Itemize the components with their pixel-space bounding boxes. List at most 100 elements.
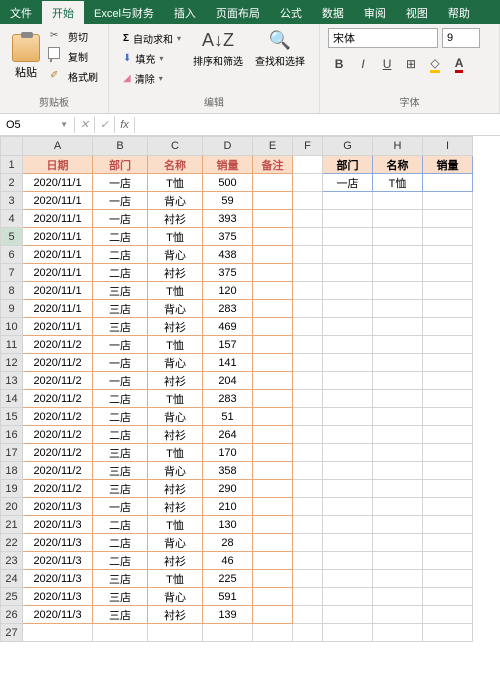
cell-D24[interactable]: 225 [203, 570, 253, 588]
row-header-23[interactable]: 23 [1, 552, 23, 570]
cell-H27[interactable] [373, 624, 423, 642]
cell-E21[interactable] [253, 516, 293, 534]
cell-I17[interactable] [423, 444, 473, 462]
cell-E19[interactable] [253, 480, 293, 498]
cell-E15[interactable] [253, 408, 293, 426]
row-header-19[interactable]: 19 [1, 480, 23, 498]
row-header-7[interactable]: 7 [1, 264, 23, 282]
tab-9[interactable]: 帮助 [438, 1, 480, 24]
cell-B24[interactable]: 三店 [93, 570, 148, 588]
cell-C11[interactable]: T恤 [148, 336, 203, 354]
font-name-select[interactable] [328, 28, 438, 48]
row-header-1[interactable]: 1 [1, 156, 23, 174]
cell-D27[interactable] [203, 624, 253, 642]
cell-G2[interactable]: 一店 [323, 174, 373, 192]
cell-E20[interactable] [253, 498, 293, 516]
cell-G22[interactable] [323, 534, 373, 552]
cell-F4[interactable] [293, 210, 323, 228]
cell-D5[interactable]: 375 [203, 228, 253, 246]
cell-A27[interactable] [23, 624, 93, 642]
cell-I14[interactable] [423, 390, 473, 408]
row-header-3[interactable]: 3 [1, 192, 23, 210]
cell-C4[interactable]: 衬衫 [148, 210, 203, 228]
cell-C15[interactable]: 背心 [148, 408, 203, 426]
cell-C17[interactable]: T恤 [148, 444, 203, 462]
cell-A11[interactable]: 2020/11/2 [23, 336, 93, 354]
col-header-B[interactable]: B [93, 137, 148, 156]
cell-C9[interactable]: 背心 [148, 300, 203, 318]
cell-E8[interactable] [253, 282, 293, 300]
cell-C24[interactable]: T恤 [148, 570, 203, 588]
cell-A16[interactable]: 2020/11/2 [23, 426, 93, 444]
tab-0[interactable]: 文件 [0, 1, 42, 24]
cell-I10[interactable] [423, 318, 473, 336]
cell-E17[interactable] [253, 444, 293, 462]
cell-G3[interactable] [323, 192, 373, 210]
row-header-18[interactable]: 18 [1, 462, 23, 480]
fill-button[interactable]: ⬇填充▾ [121, 50, 183, 67]
tab-2[interactable]: Excel与财务 [84, 1, 164, 24]
cell-C19[interactable]: 衬衫 [148, 480, 203, 498]
cell-B1[interactable]: 部门 [93, 156, 148, 174]
cell-I12[interactable] [423, 354, 473, 372]
cell-C26[interactable]: 衬衫 [148, 606, 203, 624]
cell-D6[interactable]: 438 [203, 246, 253, 264]
cell-B20[interactable]: 一店 [93, 498, 148, 516]
cell-B9[interactable]: 三店 [93, 300, 148, 318]
formula-bar[interactable] [135, 123, 500, 127]
cell-I7[interactable] [423, 264, 473, 282]
cell-G19[interactable] [323, 480, 373, 498]
cell-D15[interactable]: 51 [203, 408, 253, 426]
cell-C5[interactable]: T恤 [148, 228, 203, 246]
cell-H21[interactable] [373, 516, 423, 534]
cell-B22[interactable]: 二店 [93, 534, 148, 552]
paste-button[interactable]: 粘贴 [8, 32, 44, 82]
tab-3[interactable]: 插入 [164, 1, 206, 24]
cell-D17[interactable]: 170 [203, 444, 253, 462]
cell-I20[interactable] [423, 498, 473, 516]
underline-button[interactable]: U [376, 54, 398, 74]
cell-G24[interactable] [323, 570, 373, 588]
col-header-E[interactable]: E [253, 137, 293, 156]
autosum-button[interactable]: Σ自动求和▾ [121, 30, 183, 47]
cell-A24[interactable]: 2020/11/3 [23, 570, 93, 588]
cell-H3[interactable] [373, 192, 423, 210]
cell-G14[interactable] [323, 390, 373, 408]
tab-1[interactable]: 开始 [42, 1, 84, 24]
cell-D13[interactable]: 204 [203, 372, 253, 390]
cell-A25[interactable]: 2020/11/3 [23, 588, 93, 606]
cell-I13[interactable] [423, 372, 473, 390]
cell-B8[interactable]: 三店 [93, 282, 148, 300]
cell-G4[interactable] [323, 210, 373, 228]
cell-G8[interactable] [323, 282, 373, 300]
cell-D1[interactable]: 销量 [203, 156, 253, 174]
cell-C8[interactable]: T恤 [148, 282, 203, 300]
grid[interactable]: ABCDEFGHI1日期部门名称销量备注部门名称销量22020/11/1一店T恤… [0, 136, 473, 642]
cell-E14[interactable] [253, 390, 293, 408]
cell-C12[interactable]: 背心 [148, 354, 203, 372]
cell-D26[interactable]: 139 [203, 606, 253, 624]
row-header-20[interactable]: 20 [1, 498, 23, 516]
cell-F18[interactable] [293, 462, 323, 480]
cell-D9[interactable]: 283 [203, 300, 253, 318]
cell-E27[interactable] [253, 624, 293, 642]
cell-F7[interactable] [293, 264, 323, 282]
cell-A4[interactable]: 2020/11/1 [23, 210, 93, 228]
cell-E26[interactable] [253, 606, 293, 624]
cell-F2[interactable] [293, 174, 323, 192]
col-header-I[interactable]: I [423, 137, 473, 156]
cell-F6[interactable] [293, 246, 323, 264]
cell-H4[interactable] [373, 210, 423, 228]
cell-B12[interactable]: 一店 [93, 354, 148, 372]
cell-H13[interactable] [373, 372, 423, 390]
row-header-15[interactable]: 15 [1, 408, 23, 426]
cell-B18[interactable]: 三店 [93, 462, 148, 480]
tab-6[interactable]: 数据 [312, 1, 354, 24]
tab-4[interactable]: 页面布局 [206, 1, 270, 24]
cell-D22[interactable]: 28 [203, 534, 253, 552]
cell-F26[interactable] [293, 606, 323, 624]
font-size-select[interactable] [442, 28, 480, 48]
cell-F8[interactable] [293, 282, 323, 300]
cell-C3[interactable]: 背心 [148, 192, 203, 210]
cell-G26[interactable] [323, 606, 373, 624]
